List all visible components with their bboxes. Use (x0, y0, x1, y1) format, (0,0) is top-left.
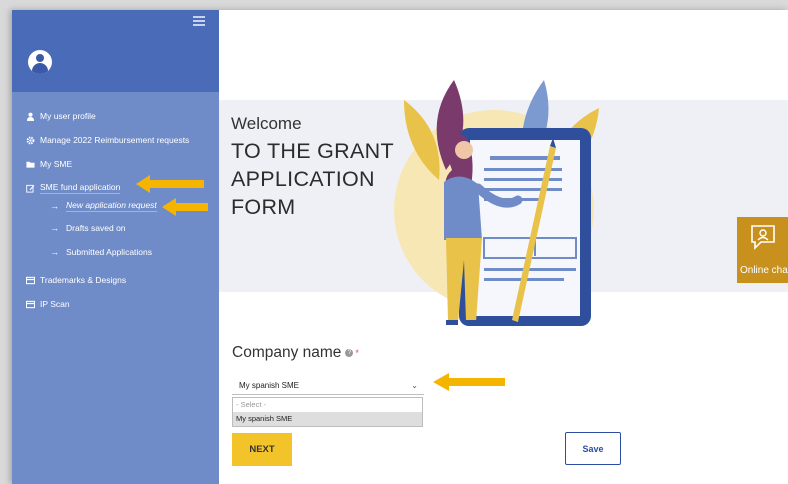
sidebar-item-label: Manage 2022 Reimbursement requests (40, 135, 190, 145)
sidebar: My user profile Manage 2022 Reimbursemen… (12, 10, 219, 484)
annotation-arrow-icon (162, 198, 208, 216)
arrow-right-icon: → (50, 223, 59, 233)
annotation-arrow-icon (136, 175, 204, 193)
next-button[interactable]: NEXT (232, 433, 292, 466)
sidebar-subitem-label: Drafts saved on (66, 223, 126, 233)
hero-illustration (394, 80, 599, 326)
arrow-right-icon: → (50, 201, 59, 211)
sidebar-item-trademarks[interactable]: Trademarks & Designs (26, 275, 126, 285)
dropdown-option[interactable]: - Select - (233, 398, 422, 412)
company-name-select[interactable]: My spanish SME ⌄ (232, 376, 424, 395)
avatar[interactable] (28, 50, 52, 74)
sidebar-item-label: My user profile (40, 111, 96, 121)
save-button[interactable]: Save (565, 432, 621, 465)
sidebar-item-user-profile[interactable]: My user profile (26, 111, 96, 121)
help-icon[interactable]: ? (345, 349, 354, 357)
card-icon (26, 300, 35, 309)
card-icon (26, 276, 35, 285)
sidebar-item-label: Trademarks & Designs (40, 275, 127, 285)
sidebar-item-label: IP Scan (40, 299, 70, 309)
sidebar-subitem-label: New application request (66, 200, 157, 212)
arrow-right-icon: → (50, 247, 59, 257)
chat-icon (751, 225, 775, 250)
sidebar-subitem-new-application[interactable]: → New application request (50, 200, 157, 212)
sidebar-item-ip-scan[interactable]: IP Scan (26, 299, 70, 309)
dropdown-option[interactable]: My spanish SME (233, 412, 422, 426)
company-name-dropdown: - Select - My spanish SME (232, 397, 423, 427)
sidebar-subitem-label: Submitted Applications (66, 247, 152, 257)
sidebar-item-label: SME fund application (40, 182, 121, 194)
welcome-text: Welcome (231, 114, 302, 133)
company-name-text: Company name (232, 344, 342, 361)
chevron-down-icon: ⌄ (411, 381, 418, 390)
gear-icon (26, 136, 35, 145)
sidebar-subitem-drafts[interactable]: → Drafts saved on (50, 223, 126, 233)
online-chat-label: Online cha (740, 265, 788, 276)
user-icon (26, 112, 35, 121)
menu-icon[interactable] (193, 16, 205, 26)
edit-icon (26, 184, 35, 193)
app-window: My user profile Manage 2022 Reimbursemen… (12, 10, 788, 484)
sidebar-item-my-sme[interactable]: My SME (26, 159, 72, 169)
annotation-arrow-icon (433, 373, 505, 391)
online-chat-button[interactable]: Online cha (737, 217, 788, 283)
company-name-label: Company name ? * (232, 344, 359, 362)
sidebar-item-label: My SME (40, 159, 73, 169)
company-name-selected-value: My spanish SME (239, 381, 300, 390)
required-asterisk: * (355, 348, 359, 358)
folder-icon (26, 160, 35, 169)
sidebar-item-sme-fund[interactable]: SME fund application (26, 182, 121, 194)
main-content: Welcome TO THE GRANT APPLICATION FORM On… (219, 10, 788, 484)
sidebar-subitem-submitted[interactable]: → Submitted Applications (50, 247, 152, 257)
sidebar-item-reimbursement[interactable]: Manage 2022 Reimbursement requests (26, 135, 189, 145)
sidebar-header (12, 10, 219, 92)
